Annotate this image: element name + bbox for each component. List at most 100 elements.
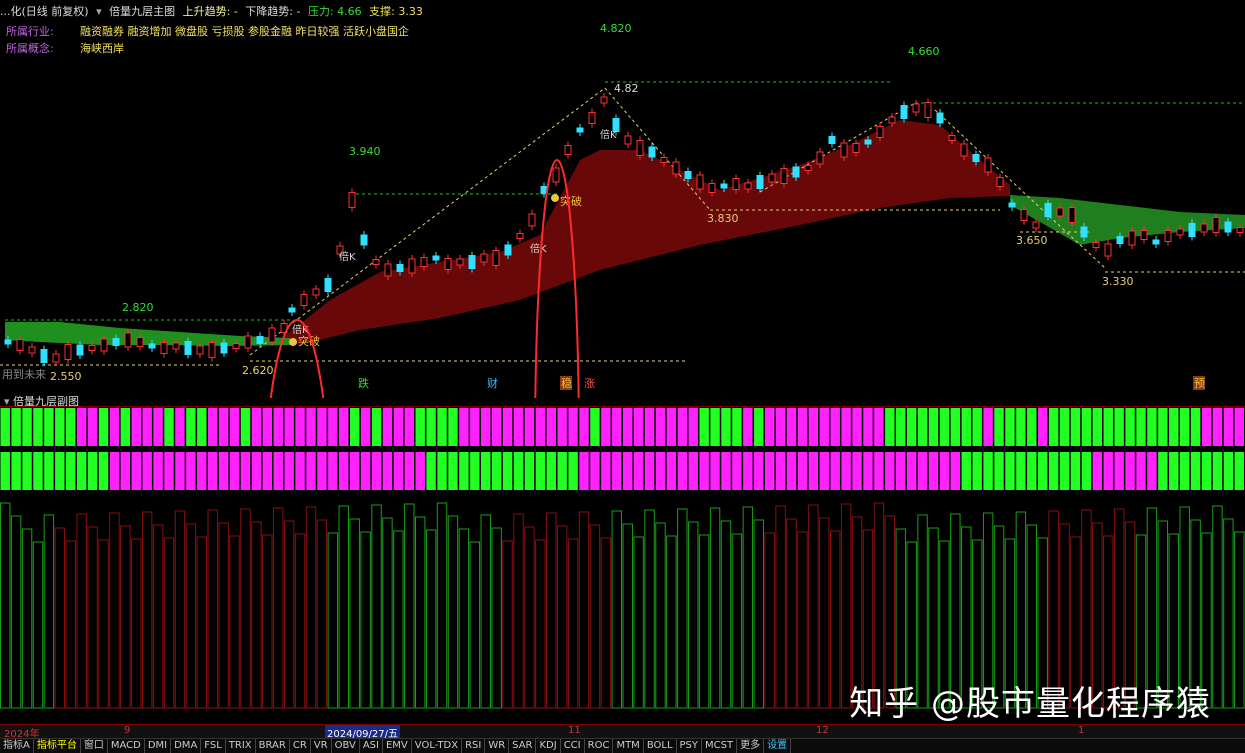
- signal-bar: [175, 408, 185, 446]
- bei-k-marker-1: 倍K: [339, 250, 356, 263]
- tab-25[interactable]: 更多: [737, 739, 765, 753]
- signal-bar: [1190, 408, 1201, 446]
- candle: [372, 255, 380, 269]
- tab-3[interactable]: MACD: [108, 739, 145, 753]
- indicator-name[interactable]: 倍量九层主图: [109, 5, 175, 18]
- layer-bar: [469, 541, 481, 709]
- stock-title: ...化(日线 前复权): [0, 5, 89, 18]
- tab-20[interactable]: ROC: [585, 739, 614, 753]
- signal-bar: [666, 408, 677, 446]
- signal-bar: [612, 452, 622, 490]
- layer-bar: [415, 516, 426, 709]
- tab-21[interactable]: MTM: [613, 739, 644, 753]
- signal-bar: [983, 408, 993, 446]
- layer-bar: [775, 505, 786, 709]
- tab-22[interactable]: BOLL: [644, 739, 677, 753]
- tab-10[interactable]: VR: [311, 739, 332, 753]
- indicator-toggle-icon[interactable]: ▾: [96, 5, 102, 18]
- signal-bar: [1059, 452, 1070, 490]
- signal-bar: [448, 408, 458, 446]
- layer-bar: [447, 515, 459, 709]
- signal-bar: [797, 408, 808, 446]
- layer-bar: [382, 517, 393, 709]
- tab-5[interactable]: DMA: [171, 739, 202, 753]
- signal-bar: [491, 452, 502, 490]
- price-label-3830: 3.830: [707, 212, 739, 225]
- layer-bar: [327, 532, 339, 709]
- candle: [324, 274, 332, 296]
- signal-bar: [1038, 452, 1048, 490]
- signal-bar: [448, 452, 458, 490]
- layer-bar: [764, 532, 775, 709]
- tab-19[interactable]: CCI: [561, 739, 585, 753]
- signal-bar: [1027, 408, 1037, 446]
- signal-bar: [44, 452, 54, 490]
- signal-bar: [513, 408, 524, 446]
- layer-bar: [174, 510, 186, 709]
- layer-bar: [589, 524, 601, 709]
- tab-6[interactable]: FSL: [201, 739, 226, 753]
- signal-bar: [273, 452, 283, 490]
- signal-bar: [339, 408, 349, 446]
- indicator-tab-bar: 指标A 指标平台 窗口 MACD DMI DMA FSL TRIX BRAR CR VR OBV ASI…: [0, 738, 1245, 753]
- signal-bar: [874, 408, 884, 446]
- main-chart[interactable]: 4.820 4.660 3.940 2.820 2.620 2.550 3.83…: [0, 0, 1245, 398]
- signal-bar: [524, 452, 535, 490]
- signal-bar: [852, 408, 862, 446]
- tab-24[interactable]: MCST: [702, 739, 738, 753]
- signal-bar: [186, 452, 196, 490]
- tab-16[interactable]: WR: [485, 739, 510, 753]
- signal-bar: [535, 452, 546, 490]
- watermark: 知乎 @股市量化程序猿: [849, 684, 1211, 724]
- candle: [900, 101, 908, 123]
- signal-bar: [786, 452, 797, 490]
- tab-17[interactable]: SAR: [509, 739, 537, 753]
- signal-bar: [994, 408, 1004, 446]
- tab-12[interactable]: ASI: [360, 739, 383, 753]
- tab-1[interactable]: 指标平台: [34, 739, 81, 753]
- signal-bars-row-2: [0, 452, 1244, 490]
- tab-15[interactable]: RSI: [462, 739, 486, 753]
- layer-bar: [622, 523, 633, 709]
- signal-bar: [284, 408, 294, 446]
- signal-bar: [1190, 452, 1201, 490]
- tab-7[interactable]: TRIX: [226, 739, 256, 753]
- signal-bar: [950, 452, 961, 490]
- layer-bar: [98, 539, 109, 709]
- signal-bar: [0, 452, 10, 490]
- tab-18[interactable]: KDJ: [536, 739, 561, 753]
- tab-9[interactable]: CR: [290, 739, 311, 753]
- tab-2[interactable]: 窗口: [81, 739, 108, 753]
- signal-bar: [1179, 408, 1190, 446]
- signal-bar: [251, 408, 262, 446]
- tab-23[interactable]: PSY: [677, 739, 703, 753]
- layer-bar: [305, 506, 317, 709]
- signal-bar: [1212, 452, 1223, 490]
- signal-bar: [437, 452, 447, 490]
- signal-bar: [1070, 408, 1081, 446]
- signal-bar: [393, 408, 404, 446]
- tab-13[interactable]: EMV: [383, 739, 412, 753]
- tab-14[interactable]: VOL-TDX: [412, 739, 463, 753]
- signal-bar: [1092, 452, 1103, 490]
- layer-bar: [556, 525, 568, 709]
- signal-bar: [688, 452, 698, 490]
- signal-bar: [972, 452, 982, 490]
- price-label-2550: 2.550: [50, 370, 82, 383]
- signal-bar: [699, 452, 709, 490]
- layer-bar: [513, 513, 524, 709]
- signal-bar: [666, 452, 677, 490]
- layer-bar: [152, 524, 164, 709]
- layer-bar: [742, 506, 754, 709]
- tab-11[interactable]: OBV: [332, 739, 360, 753]
- tab-8[interactable]: BRAR: [256, 739, 290, 753]
- tab-26[interactable]: 设置: [764, 739, 792, 753]
- tab-0[interactable]: 指标A: [0, 739, 34, 753]
- signal-bar: [743, 452, 753, 490]
- tab-4[interactable]: DMI: [145, 739, 172, 753]
- signal-bar: [470, 452, 480, 490]
- signal-bar: [1179, 452, 1190, 490]
- layer-bar: [458, 528, 470, 709]
- signal-bar: [33, 452, 43, 490]
- signal-bar: [754, 452, 764, 490]
